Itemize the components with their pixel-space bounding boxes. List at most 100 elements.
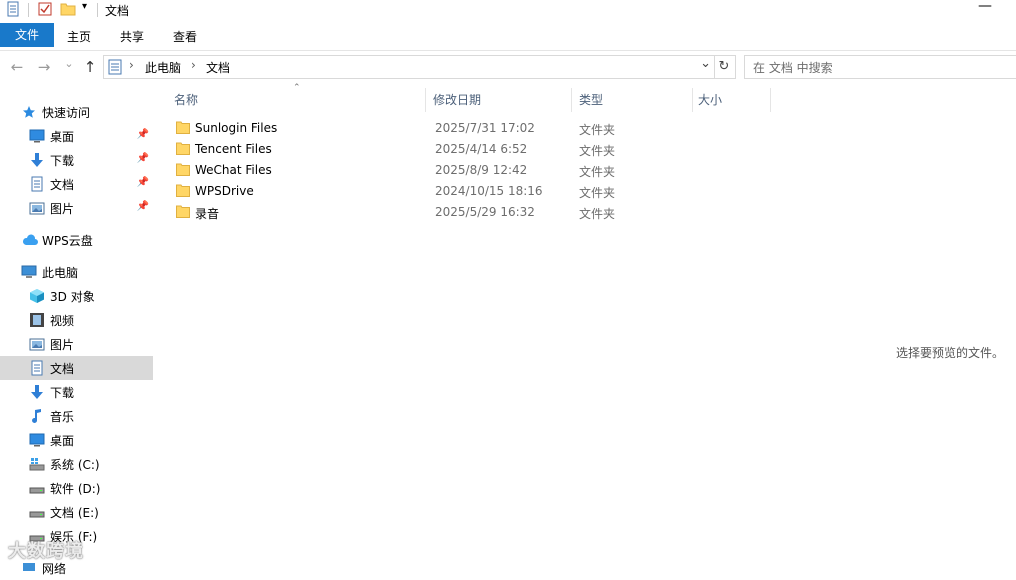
folder-icon	[176, 142, 190, 155]
file-date: 2025/5/29 16:32	[435, 205, 535, 219]
file-type: 文件夹	[579, 186, 616, 200]
title-bar: ▾ 文档 —	[0, 0, 1016, 20]
sidebar-item-pc-6[interactable]: 音乐	[0, 404, 153, 428]
forward-button[interactable]: →	[35, 58, 53, 76]
column-header-label: 修改日期	[433, 93, 482, 107]
file-date: 2025/7/31 17:02	[435, 121, 535, 135]
breadcrumb-documents[interactable]: 文档	[206, 59, 230, 76]
sidebar-item-pc-4[interactable]: 文档	[0, 356, 153, 380]
download-icon	[31, 385, 43, 399]
file-row[interactable]: WPSDrive 2024/10/15 18:16 文件夹	[172, 181, 792, 202]
tab-file[interactable]: 文件	[0, 23, 54, 47]
sidebar-item-pc-8[interactable]: 系统 (C:)	[0, 452, 153, 476]
sidebar-item-label: 文档 (E:)	[50, 506, 99, 520]
checkbox-icon[interactable]	[37, 1, 53, 17]
star-icon	[23, 106, 35, 118]
column-header-label: 大小	[698, 93, 723, 107]
pin-icon[interactable]: 📌	[137, 153, 149, 164]
search-box[interactable]: 在 文档 中搜索	[744, 55, 1016, 79]
folder-icon	[176, 184, 190, 197]
system-drive-icon	[29, 458, 45, 471]
file-row[interactable]: 录音 2025/5/29 16:32 文件夹	[172, 202, 792, 223]
preview-pane: 选择要预览的文件。	[811, 83, 1016, 569]
sidebar-item-pc-3[interactable]: 图片	[0, 332, 153, 356]
address-dropdown-button[interactable]: ⌄	[700, 56, 711, 71]
file-row[interactable]: Tencent Files 2025/4/14 6:52 文件夹	[172, 139, 792, 160]
file-name: Sunlogin Files	[195, 121, 278, 135]
document-icon	[31, 176, 43, 192]
new-folder-icon[interactable]	[60, 1, 76, 17]
column-header-type[interactable]: 类型	[573, 88, 693, 112]
sidebar-item-label: 音乐	[50, 410, 75, 424]
tab-home[interactable]: 主页	[56, 26, 102, 48]
recent-locations-button[interactable]: ⌄	[60, 57, 78, 70]
sidebar-item-pc-1[interactable]: 3D 对象	[0, 284, 153, 308]
file-type: 文件夹	[579, 207, 616, 221]
folder-icon	[176, 121, 190, 134]
tab-share[interactable]: 共享	[109, 26, 155, 48]
divider	[97, 3, 98, 17]
refresh-button[interactable]: ↻	[713, 55, 736, 79]
sidebar-item-quick-access[interactable]: 快速访问	[0, 100, 153, 124]
sidebar-item-pc-9[interactable]: 软件 (D:)	[0, 476, 153, 500]
picture-icon	[29, 202, 45, 215]
file-date: 2025/8/9 12:42	[435, 163, 528, 177]
file-type: 文件夹	[579, 165, 616, 179]
minimize-button[interactable]: —	[970, 0, 1000, 14]
download-icon	[31, 153, 43, 167]
file-name: WeChat Files	[195, 163, 272, 177]
customize-toolbar-icon[interactable]: ▾	[82, 1, 87, 12]
column-header-label: 类型	[579, 93, 604, 107]
sidebar-item-quick-4[interactable]: 图片 📌	[0, 196, 153, 220]
file-date: 2025/4/14 6:52	[435, 142, 528, 156]
file-row[interactable]: Sunlogin Files 2025/7/31 17:02 文件夹	[172, 118, 792, 139]
video-icon	[30, 313, 44, 327]
tab-view[interactable]: 查看	[162, 26, 208, 48]
navigation-pane: 快速访问 WPS云盘 此电脑 网络 桌面 📌 下载 📌 文档 📌 图片 📌 3D 对象 视频 图片文…	[0, 83, 155, 576]
breadcrumb-separator[interactable]: ›	[191, 58, 196, 72]
pin-icon[interactable]: 📌	[137, 177, 149, 188]
file-date: 2024/10/15 18:16	[435, 184, 543, 198]
sidebar-item-label: 文档	[50, 362, 75, 376]
drive-icon	[29, 487, 45, 494]
address-bar[interactable]: › 此电脑 › 文档 ⌄	[103, 55, 715, 79]
music-icon	[32, 409, 41, 423]
sidebar-item-pc-2[interactable]: 视频	[0, 308, 153, 332]
sidebar-item-wps-cloud[interactable]: WPS云盘	[0, 228, 153, 252]
folder-icon	[176, 163, 190, 176]
column-header-date[interactable]: 修改日期	[427, 88, 572, 112]
window-title: 文档	[105, 4, 130, 18]
sidebar-item-pc-5[interactable]: 下载	[0, 380, 153, 404]
sidebar-item-label: 3D 对象	[50, 290, 95, 304]
sidebar-item-quick-3[interactable]: 文档 📌	[0, 172, 153, 196]
back-button[interactable]: ←	[8, 58, 26, 76]
file-type: 文件夹	[579, 144, 616, 158]
sidebar-item-label: 桌面	[50, 434, 75, 448]
file-name: WPSDrive	[195, 184, 254, 198]
search-input[interactable]: 在 文档 中搜索	[753, 59, 833, 76]
file-row[interactable]: WeChat Files 2025/8/9 12:42 文件夹	[172, 160, 792, 181]
cloud-icon	[22, 234, 38, 245]
sidebar-item-label: 下载	[50, 154, 75, 168]
sidebar-item-pc-7[interactable]: 桌面	[0, 428, 153, 452]
pin-icon[interactable]: 📌	[137, 201, 149, 212]
sidebar-item-pc-10[interactable]: 文档 (E:)	[0, 500, 153, 524]
desktop-icon	[29, 433, 45, 447]
sidebar-item-quick-1[interactable]: 桌面 📌	[0, 124, 153, 148]
sidebar-item-quick-2[interactable]: 下载 📌	[0, 148, 153, 172]
sidebar-item-label: 文档	[50, 178, 75, 192]
navigation-bar: ← → ⌄ ↑ › 此电脑 › 文档 ⌄ ↻ 在 文档 中搜索	[0, 51, 1016, 83]
breadcrumb-this-pc[interactable]: 此电脑	[145, 59, 181, 76]
watermark-logo: 大数跨境	[8, 541, 84, 562]
up-button[interactable]: ↑	[81, 58, 99, 76]
properties-icon[interactable]	[5, 1, 21, 17]
document-icon	[31, 360, 43, 376]
column-header-size[interactable]: 大小	[692, 88, 771, 112]
sidebar-item-this-pc[interactable]: 此电脑	[0, 260, 153, 284]
document-icon	[108, 59, 122, 75]
sidebar-item-label: 图片	[50, 338, 75, 352]
pin-icon[interactable]: 📌	[137, 129, 149, 140]
sidebar-item-label: 图片	[50, 202, 75, 216]
column-header-label: 名称	[174, 93, 199, 107]
breadcrumb-separator[interactable]: ›	[129, 58, 134, 72]
